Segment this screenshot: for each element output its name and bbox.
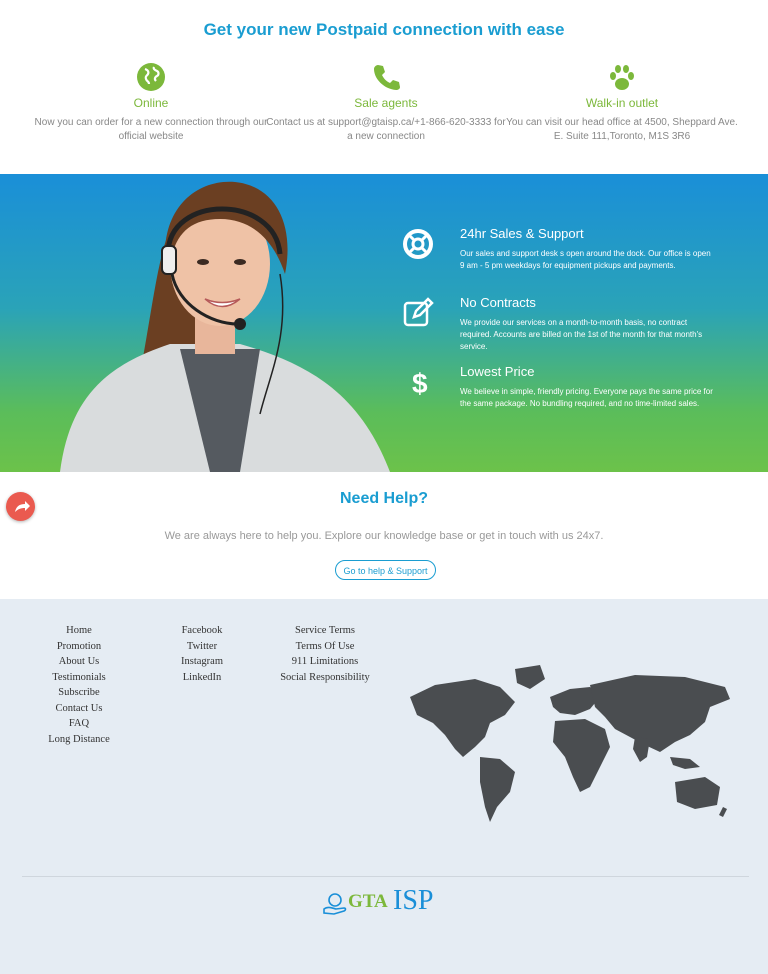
footer-link[interactable]: Home: [38, 623, 120, 639]
footer: Home Promotion About Us Testimonials Sub…: [0, 599, 768, 974]
feature-desc: We believe in simple, friendly pricing. …: [460, 387, 713, 408]
lifebuoy-icon: [400, 226, 436, 262]
feature-title: Lowest Price: [460, 364, 535, 379]
feature-title: No Contracts: [460, 295, 536, 310]
footer-link[interactable]: Instagram: [166, 654, 238, 670]
footer-link[interactable]: LinkedIn: [166, 670, 238, 686]
footer-link[interactable]: Contact Us: [38, 701, 120, 717]
share-icon: [15, 501, 30, 512]
footer-divider: [22, 876, 749, 877]
footer-links-social: Facebook Twitter Instagram LinkedIn: [166, 623, 238, 685]
footer-link[interactable]: Promotion: [38, 639, 120, 655]
features-banner: 24hr Sales & Support Our sales and suppo…: [0, 174, 768, 472]
logo-hand-icon: [323, 893, 347, 915]
phone-icon: [371, 62, 401, 92]
footer-link[interactable]: Facebook: [166, 623, 238, 639]
help-support-button[interactable]: Go to help & Support: [335, 560, 436, 580]
option-title: Walk-in outlet: [585, 96, 659, 110]
footer-link[interactable]: 911 Limitations: [270, 654, 380, 670]
option-sale-agents: Sale agents Contact us at support@gtaisp…: [266, 62, 506, 144]
footer-link[interactable]: Long Distance: [38, 732, 120, 748]
edit-icon: [400, 295, 436, 331]
footer-link[interactable]: Service Terms: [270, 623, 380, 639]
help-section: Need Help? We are always here to help yo…: [0, 472, 768, 599]
feature-desc: Our sales and support desk s open around…: [460, 249, 711, 270]
option-online: Online Now you can order for a new conne…: [31, 62, 271, 144]
footer-link[interactable]: Social Responsibility: [270, 670, 380, 686]
paw-icon: [607, 62, 637, 92]
footer-link[interactable]: Subscribe: [38, 685, 120, 701]
connection-section: Get your new Postpaid connection with ea…: [0, 0, 768, 174]
footer-link[interactable]: About Us: [38, 654, 120, 670]
svg-text:$: $: [412, 368, 428, 399]
logo-text-isp: ISP: [393, 885, 434, 916]
footer-link[interactable]: Terms Of Use: [270, 639, 380, 655]
feature-title: 24hr Sales & Support: [460, 226, 584, 241]
option-title: Online: [133, 96, 169, 110]
section-title: Get your new Postpaid connection with ea…: [203, 20, 565, 39]
feature-desc: We provide our services on a month-to-mo…: [460, 318, 703, 351]
option-desc: Contact us at support@gtaisp.ca/+1-866-6…: [266, 117, 506, 142]
footer-links-main: Home Promotion About Us Testimonials Sub…: [38, 623, 120, 747]
globe-icon: [136, 62, 166, 92]
share-button[interactable]: [6, 492, 35, 521]
option-walk-in: Walk-in outlet You can visit our head of…: [502, 62, 742, 144]
dollar-icon: $: [400, 364, 436, 400]
option-desc: You can visit our head office at 4500, S…: [506, 117, 738, 142]
footer-links-legal: Service Terms Terms Of Use 911 Limitatio…: [270, 623, 380, 685]
help-title: Need Help?: [339, 490, 428, 507]
help-desc: We are always here to help you. Explore …: [164, 530, 604, 542]
support-agent-image: [60, 181, 390, 472]
option-desc: Now you can order for a new connection t…: [34, 117, 268, 142]
footer-link[interactable]: Twitter: [166, 639, 238, 655]
footer-link[interactable]: FAQ: [38, 716, 120, 732]
world-map-image: [410, 665, 730, 822]
option-title: Sale agents: [354, 96, 418, 110]
logo-text-gta: GTA: [348, 891, 388, 912]
footer-link[interactable]: Testimonials: [38, 670, 120, 686]
